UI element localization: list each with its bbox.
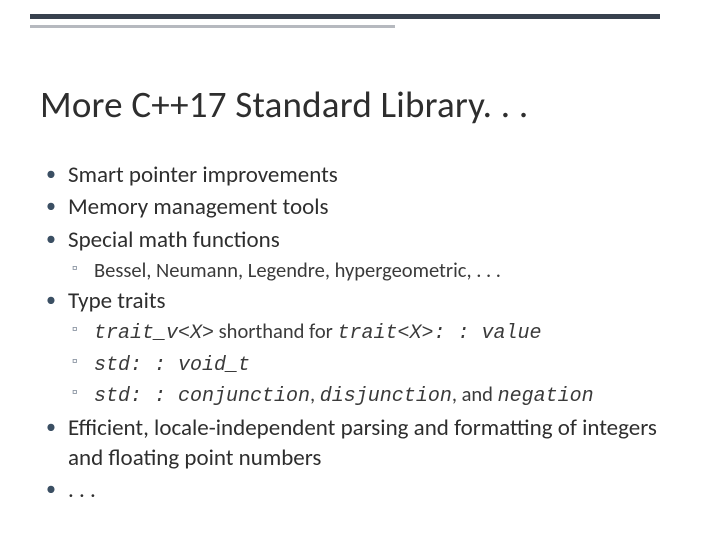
sub-item: trait_v<X> shorthand for trait<X>: : val… xyxy=(68,318,682,347)
bullet-item: Memory management tools xyxy=(40,192,682,222)
bullet-text: Type traits xyxy=(68,287,166,315)
sub-text: shorthand for xyxy=(214,318,337,344)
bullet-text: Special math functions xyxy=(68,226,280,254)
slide-title: More C++17 Standard Library. . . xyxy=(40,82,528,127)
code-text: trait_v<X> xyxy=(94,322,214,345)
sub-item: std: : void_t xyxy=(68,350,682,379)
bullet-item: . . . xyxy=(40,475,682,505)
code-text: negation xyxy=(498,385,594,408)
sub-item: Bessel, Neumann, Legendre, hypergeometri… xyxy=(68,257,682,284)
code-text: std: : conjunction xyxy=(94,385,310,408)
bullet-item: Smart pointer improvements xyxy=(40,160,682,190)
bullet-text: Smart pointer improvements xyxy=(68,161,338,189)
sub-item: std: : conjunction, disjunction, and neg… xyxy=(68,381,682,410)
bullet-item: Type traits trait_v<X> shorthand for tra… xyxy=(40,286,682,411)
bullet-text: . . . xyxy=(68,476,96,504)
rule-light-wrap xyxy=(30,25,660,28)
bullet-item: Special math functions Bessel, Neumann, … xyxy=(40,225,682,284)
rule-light xyxy=(30,25,395,28)
code-text: std: : void_t xyxy=(94,354,250,377)
rule-dark xyxy=(30,14,660,19)
header-rules xyxy=(30,14,660,28)
sub-list: trait_v<X> shorthand for trait<X>: : val… xyxy=(68,318,682,410)
code-text: trait<X>: : value xyxy=(337,322,541,345)
bullet-text: Memory management tools xyxy=(68,193,329,221)
sub-text: , xyxy=(310,381,320,407)
sub-list: Bessel, Neumann, Legendre, hypergeometri… xyxy=(68,257,682,284)
bullet-list: Smart pointer improvements Memory manage… xyxy=(40,160,682,506)
sub-text: , and xyxy=(452,381,498,407)
slide-content: Smart pointer improvements Memory manage… xyxy=(40,160,682,508)
code-text: disjunction xyxy=(320,385,452,408)
bullet-text: Efficient, locale-independent parsing an… xyxy=(68,414,657,472)
bullet-item: Efficient, locale-independent parsing an… xyxy=(40,413,682,474)
sub-text: Bessel, Neumann, Legendre, hypergeometri… xyxy=(94,257,501,283)
slide: More C++17 Standard Library. . . Smart p… xyxy=(0,0,720,540)
